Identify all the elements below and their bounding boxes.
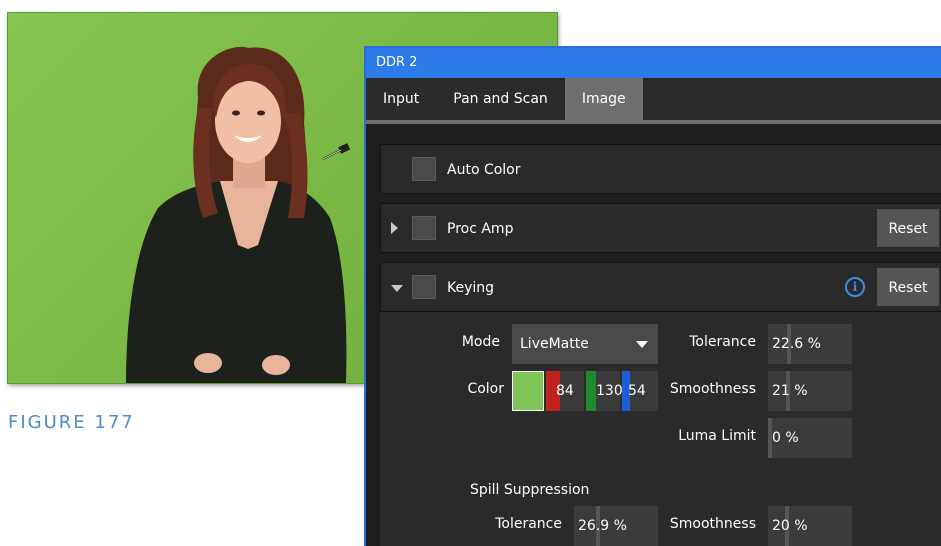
luma-limit-slider[interactable]: 0 % [768, 418, 852, 458]
luma-limit-value: 0 % [772, 430, 799, 446]
collapse-arrow-icon[interactable] [391, 285, 403, 292]
proc-amp-label: Proc Amp [447, 221, 514, 237]
keying-reset-button[interactable]: Reset [877, 268, 939, 306]
spill-smoothness-slider[interactable]: 20 % [768, 506, 852, 546]
tolerance-label: Tolerance [689, 334, 756, 350]
spill-tolerance-slider[interactable]: 26.9 % [574, 506, 658, 546]
red-channel-field[interactable]: 84 [546, 371, 584, 411]
tab-pan-and-scan[interactable]: Pan and Scan [436, 78, 565, 120]
keying-label: Keying [447, 280, 495, 296]
section-keying: Keying i Reset [380, 262, 941, 312]
mode-value: LiveMatte [520, 336, 589, 352]
color-label: Color [467, 381, 504, 397]
tab-input[interactable]: Input [366, 78, 436, 120]
red-channel-value: 84 [556, 383, 574, 399]
eyedropper-icon [322, 143, 351, 160]
blue-channel-value: 54 [628, 383, 646, 399]
tab-image[interactable]: Image [564, 78, 643, 120]
panel-title: DDR 2 [366, 48, 941, 78]
tolerance-value: 22.6 % [772, 336, 821, 352]
mode-dropdown[interactable]: LiveMatte [512, 324, 658, 364]
figure-caption: FIGURE 177 [8, 412, 135, 433]
blue-channel-field[interactable]: 54 [622, 371, 658, 411]
ddr-panel: DDR 2 Input Pan and Scan Image Auto Colo… [364, 46, 941, 546]
smoothness-value: 21 % [772, 383, 808, 399]
spill-tolerance-label: Tolerance [495, 516, 562, 532]
green-channel-field[interactable]: 130 [586, 371, 623, 411]
tolerance-slider[interactable]: 22.6 % [768, 324, 852, 364]
auto-color-label: Auto Color [447, 162, 521, 178]
spill-smoothness-label: Smoothness [669, 516, 756, 532]
section-proc-amp: Proc Amp Reset [380, 203, 941, 253]
chevron-down-icon [636, 341, 648, 348]
proc-amp-reset-button[interactable]: Reset [877, 209, 939, 247]
auto-color-checkbox[interactable] [412, 157, 436, 181]
keying-settings: Mode LiveMatte Tolerance 22.6 % Color 84… [380, 312, 941, 546]
proc-amp-checkbox[interactable] [412, 216, 436, 240]
smoothness-label: Smoothness [669, 381, 756, 397]
spill-smoothness-value: 20 % [772, 518, 808, 534]
keying-checkbox[interactable] [412, 275, 436, 299]
smoothness-slider[interactable]: 21 % [768, 371, 852, 411]
luma-limit-label: Luma Limit [678, 428, 756, 444]
color-swatch[interactable] [512, 371, 544, 411]
mode-label: Mode [461, 334, 500, 350]
info-icon[interactable]: i [845, 277, 865, 297]
spill-tolerance-value: 26.9 % [578, 518, 627, 534]
expand-arrow-icon[interactable] [391, 222, 398, 234]
section-auto-color: Auto Color [380, 144, 941, 194]
tab-bar: Input Pan and Scan Image [366, 78, 941, 124]
green-channel-value: 130 [596, 383, 623, 399]
spill-suppression-label: Spill Suppression [470, 482, 590, 498]
